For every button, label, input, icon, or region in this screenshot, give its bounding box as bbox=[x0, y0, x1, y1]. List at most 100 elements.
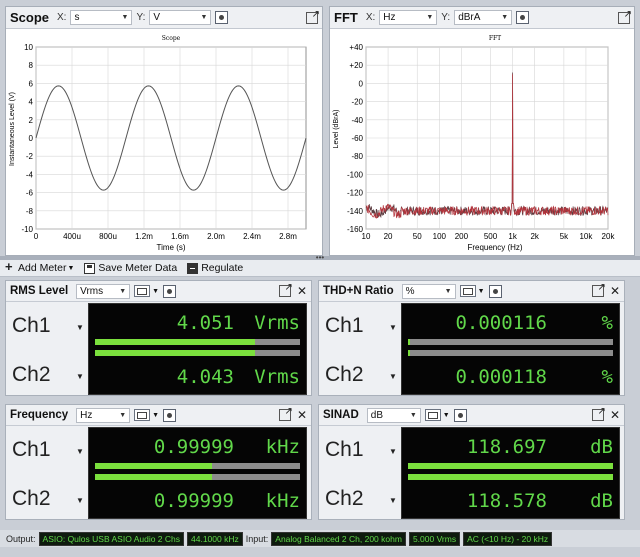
fft-settings-button[interactable] bbox=[516, 11, 530, 24]
thd-window-controls: ✕ bbox=[591, 282, 620, 298]
frequency-unit-select[interactable]: Hz ▼ bbox=[76, 407, 131, 423]
rms-settings-button[interactable] bbox=[163, 284, 177, 298]
scope-y-tick: -10 bbox=[21, 225, 33, 234]
ch2-value: 0.000118 bbox=[455, 366, 547, 388]
thd-meter-title: THD+N Ratio bbox=[323, 285, 394, 297]
ch1-level-fill bbox=[95, 339, 255, 345]
output-label: Output: bbox=[6, 533, 36, 544]
rms-meter-title: RMS Level bbox=[10, 285, 69, 297]
fft-x-label: Frequency (Hz) bbox=[467, 243, 522, 252]
ch2-level-fill bbox=[408, 350, 411, 356]
fft-chart: FFT Level (dBrA) Frequency (Hz) +40 +20 0 -… bbox=[330, 29, 634, 255]
sinad-unit-select[interactable]: dB ▼ bbox=[366, 407, 421, 423]
input-device-box[interactable]: Analog Balanced 2 Ch, 200 kohm bbox=[271, 531, 406, 546]
close-icon[interactable]: ✕ bbox=[610, 284, 620, 298]
chevron-down-icon: ▼ bbox=[152, 411, 160, 419]
fft-x-tick: 10 bbox=[362, 232, 371, 241]
ch2-label: Ch2 bbox=[12, 487, 51, 510]
thd-unit-select[interactable]: % ▼ bbox=[401, 283, 456, 299]
fft-y-tick: +20 bbox=[349, 61, 363, 70]
ch2-dropdown-icon[interactable]: ▼ bbox=[389, 496, 397, 505]
fft-x-tick: 1k bbox=[508, 232, 517, 241]
rms-level-meter: RMS Level Vrms ▼ ▼ ✕ Ch1 ▼ Ch2 ▼ 4.051 Vrms 4.043 Vr… bbox=[5, 280, 312, 396]
rms-unit-select[interactable]: Vrms ▼ bbox=[76, 283, 131, 299]
popout-icon[interactable] bbox=[278, 406, 293, 421]
scope-chart-svg: Scope Instantaneous Level (V) Time (s) 1… bbox=[9, 35, 307, 252]
scope-chart-title: Scope bbox=[162, 35, 181, 42]
regulate-button[interactable]: Regulate bbox=[187, 262, 243, 274]
ch2-level-fill bbox=[95, 474, 212, 480]
scope-y-tick: -2 bbox=[26, 152, 34, 161]
input-filter-box[interactable]: AC (<10 Hz) - 20 kHz bbox=[463, 531, 553, 546]
add-meter-button[interactable]: Add Meter▼ bbox=[4, 259, 74, 275]
close-icon[interactable]: ✕ bbox=[610, 408, 620, 422]
plus-icon bbox=[4, 259, 15, 274]
ch1-label: Ch1 bbox=[325, 438, 364, 461]
ch2-level-fill bbox=[408, 474, 613, 480]
sinad-range-button[interactable] bbox=[424, 409, 441, 421]
scope-y-tick: 6 bbox=[29, 79, 34, 88]
ch2-unit: % bbox=[601, 366, 613, 388]
scope-x-unit-select[interactable]: s ▼ bbox=[70, 10, 133, 25]
rms-display: 4.051 Vrms 4.043 Vrms bbox=[88, 303, 307, 395]
fft-y-tag: Y: bbox=[441, 12, 451, 23]
ch1-value: 4.051 bbox=[176, 312, 234, 334]
ch1-dropdown-icon[interactable]: ▼ bbox=[389, 447, 397, 456]
ch1-dropdown-icon[interactable]: ▼ bbox=[76, 323, 84, 332]
ch1-label: Ch1 bbox=[12, 314, 51, 337]
scope-x-tick: 2.0m bbox=[207, 232, 225, 241]
scope-y-tick: 8 bbox=[29, 61, 34, 70]
thd-range-button[interactable] bbox=[459, 285, 476, 297]
add-meter-label: Add Meter bbox=[18, 262, 67, 274]
fft-y-tick: -140 bbox=[347, 207, 364, 216]
scope-header: Scope X: s ▼ Y: V ▼ bbox=[6, 7, 322, 29]
sinad-meter-title: SINAD bbox=[323, 409, 359, 421]
ch2-dropdown-icon[interactable]: ▼ bbox=[389, 372, 397, 381]
scope-x-unit: s bbox=[74, 12, 80, 23]
scope-y-tick: 4 bbox=[29, 98, 34, 107]
fft-y-unit-select[interactable]: dBrA ▼ bbox=[454, 10, 513, 25]
scope-x-tick: 1.2m bbox=[135, 232, 153, 241]
ch2-dropdown-icon[interactable]: ▼ bbox=[76, 496, 84, 505]
fft-x-tag: X: bbox=[365, 12, 376, 23]
ch2-level-bar bbox=[95, 350, 300, 356]
status-bar: Output: ASIO: Qulos USB ASIO Audio 2 Chs… bbox=[0, 530, 640, 547]
ch2-label: Ch2 bbox=[325, 487, 364, 510]
rms-range-button[interactable] bbox=[134, 285, 151, 297]
popout-icon[interactable] bbox=[591, 406, 606, 421]
ch2-unit: kHz bbox=[265, 490, 300, 512]
scope-x-tag: X: bbox=[57, 12, 67, 23]
frequency-range-button[interactable] bbox=[134, 409, 151, 421]
scope-panel: Scope X: s▼ Y: V▼ Scope Instantaneous Le… bbox=[5, 6, 323, 256]
thd-settings-button[interactable] bbox=[488, 284, 502, 298]
chevron-down-icon: ▼ bbox=[426, 14, 434, 21]
fft-y-tick: -120 bbox=[347, 189, 364, 198]
output-device-box[interactable]: ASIO: Qulos USB ASIO Audio 2 Chs bbox=[38, 531, 185, 546]
sinad-meter: SINAD dB ▼ ▼ ✕ Ch1 ▼ Ch2 ▼ 118.697 dB 118.578 dB bbox=[318, 404, 625, 520]
close-icon[interactable]: ✕ bbox=[297, 284, 307, 298]
popout-icon[interactable] bbox=[618, 9, 632, 24]
ch2-dropdown-icon[interactable]: ▼ bbox=[76, 372, 84, 381]
scope-y-tag: Y: bbox=[136, 12, 146, 23]
save-meter-data-button[interactable]: Save Meter Data bbox=[84, 262, 177, 274]
fft-x-unit-select[interactable]: Hz ▼ bbox=[379, 10, 438, 25]
scope-y-unit-select[interactable]: V ▼ bbox=[149, 10, 212, 25]
popout-icon[interactable] bbox=[306, 9, 320, 24]
thd-n-ratio-meter: THD+N Ratio%▼▼✕Ch1▼Ch2▼0.000116%0.000118… bbox=[318, 280, 625, 396]
frequency-settings-button[interactable] bbox=[163, 408, 177, 422]
ch1-dropdown-icon[interactable]: ▼ bbox=[76, 447, 84, 456]
popout-icon[interactable] bbox=[278, 282, 293, 297]
chevron-down-icon: ▼ bbox=[119, 287, 127, 295]
scope-settings-button[interactable] bbox=[215, 11, 229, 24]
scope-title: Scope bbox=[10, 10, 50, 25]
sinad-settings-button[interactable] bbox=[453, 408, 467, 422]
ch1-dropdown-icon[interactable]: ▼ bbox=[389, 323, 397, 332]
popout-icon[interactable] bbox=[591, 282, 606, 297]
input-range-box[interactable]: 5.000 Vrms bbox=[408, 531, 461, 546]
scope-y-tick: -8 bbox=[26, 207, 34, 216]
output-rate-box[interactable]: 44.1000 kHz bbox=[187, 531, 243, 546]
ch1-unit: % bbox=[601, 312, 613, 334]
scope-y-tick: 10 bbox=[24, 43, 33, 52]
close-icon[interactable]: ✕ bbox=[297, 408, 307, 422]
scope-y-tick: 2 bbox=[29, 116, 34, 125]
